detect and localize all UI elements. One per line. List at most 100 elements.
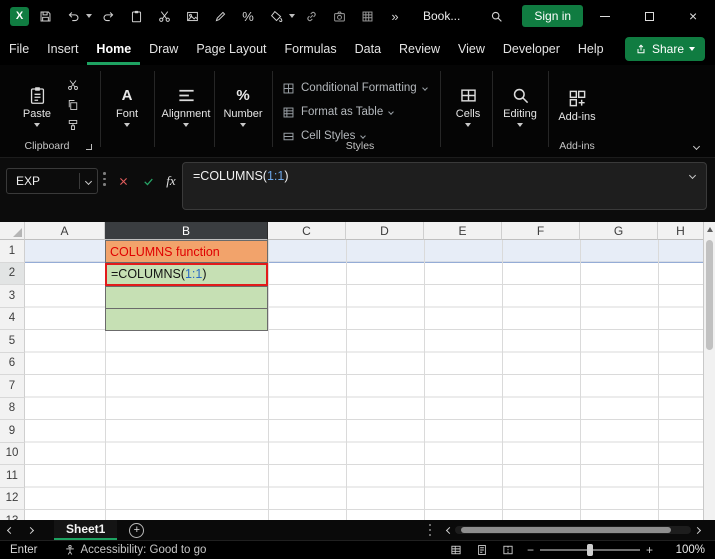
sheet-tab-sheet1[interactable]: Sheet1	[54, 520, 118, 540]
redo-icon[interactable]	[96, 3, 120, 29]
fill-color-icon[interactable]	[264, 3, 288, 29]
tab-data[interactable]: Data	[346, 32, 390, 65]
copy-button[interactable]	[64, 97, 82, 113]
sheet-nav-left-chevron[interactable]	[0, 526, 20, 534]
collapse-ribbon-chevron[interactable]	[692, 142, 701, 151]
column-header-d[interactable]: D	[346, 222, 424, 240]
row-header-13[interactable]: 13	[0, 510, 25, 520]
zoom-out-button[interactable]: −	[521, 543, 540, 557]
column-header-f[interactable]: F	[502, 222, 580, 240]
row-header-9[interactable]: 9	[0, 420, 25, 443]
tab-view[interactable]: View	[449, 32, 494, 65]
cut-button[interactable]	[64, 77, 82, 93]
scroll-up-arrow-icon[interactable]	[707, 227, 713, 232]
font-group-button[interactable]: A Font	[104, 73, 150, 139]
row-header-8[interactable]: 8	[0, 397, 25, 420]
add-sheet-button[interactable]: +	[129, 522, 145, 538]
cells-area[interactable]: COLUMNS function =COLUMNS(1:1)	[25, 240, 703, 520]
enter-button[interactable]	[137, 168, 159, 194]
page-break-preview-button[interactable]	[495, 542, 521, 558]
row-header-11[interactable]: 11	[0, 465, 25, 488]
tab-formulas[interactable]: Formulas	[276, 32, 346, 65]
sheet-nav-right-chevron[interactable]	[20, 526, 40, 534]
row-header-7[interactable]: 7	[0, 375, 25, 398]
row-header-4[interactable]: 4	[0, 307, 25, 330]
row-header-1[interactable]: 1	[0, 240, 25, 263]
percent-format-icon[interactable]: %	[236, 3, 260, 29]
close-button[interactable]: ×	[671, 0, 715, 32]
vertical-scrollbar[interactable]	[703, 222, 715, 520]
camera-icon[interactable]	[327, 3, 351, 29]
paste-button[interactable]: Paste	[14, 73, 60, 139]
column-header-a[interactable]: A	[25, 222, 105, 240]
fill-color-caret[interactable]	[289, 14, 295, 18]
sheet-bar-options-dots[interactable]	[428, 523, 431, 537]
tab-help[interactable]: Help	[569, 32, 613, 65]
tab-file[interactable]: File	[0, 32, 38, 65]
picture-icon[interactable]	[180, 3, 204, 29]
qat-overflow-icon[interactable]: »	[383, 3, 407, 29]
editing-group-button[interactable]: Editing	[496, 73, 544, 139]
search-icon[interactable]	[484, 3, 508, 29]
cancel-button[interactable]	[112, 168, 134, 194]
horizontal-scrollbar[interactable]	[439, 520, 707, 540]
cell-b4[interactable]	[105, 308, 268, 331]
format-as-table-button[interactable]: Format as Table	[282, 101, 438, 123]
number-group-button[interactable]: % Number	[218, 73, 268, 139]
name-box[interactable]: EXP	[6, 168, 98, 194]
addins-button[interactable]: Add-ins	[552, 73, 602, 139]
clipboard-icon[interactable]	[124, 3, 148, 29]
share-button[interactable]: Share	[624, 36, 705, 61]
cell-b2-active[interactable]: =COLUMNS(1:1)	[105, 262, 268, 286]
undo-dropdown-caret[interactable]	[86, 14, 92, 18]
tab-developer[interactable]: Developer	[494, 32, 569, 65]
formula-bar-grip[interactable]	[103, 172, 106, 186]
table-icon[interactable]	[355, 3, 379, 29]
alignment-group-button[interactable]: Alignment	[158, 73, 214, 139]
row-header-2[interactable]: 2	[0, 262, 25, 285]
tab-review[interactable]: Review	[390, 32, 449, 65]
accessibility-checker[interactable]: Accessibility: Good to go	[64, 544, 206, 556]
hscroll-thumb[interactable]	[461, 527, 671, 533]
conditional-formatting-button[interactable]: Conditional Formatting	[282, 77, 438, 99]
cut-icon[interactable]	[152, 3, 176, 29]
link-icon[interactable]	[299, 3, 323, 29]
tab-draw[interactable]: Draw	[140, 32, 187, 65]
zoom-in-button[interactable]: +	[640, 543, 659, 557]
normal-view-button[interactable]	[443, 542, 469, 558]
cell-b1[interactable]: COLUMNS function	[105, 240, 268, 263]
maximize-button[interactable]	[627, 0, 671, 32]
tab-page-layout[interactable]: Page Layout	[187, 32, 275, 65]
format-painter-button[interactable]	[64, 117, 82, 133]
minimize-button[interactable]	[583, 0, 627, 32]
row-header-6[interactable]: 6	[0, 352, 25, 375]
zoom-slider-thumb[interactable]	[586, 544, 593, 556]
zoom-level[interactable]: 100%	[659, 544, 705, 556]
zoom-slider[interactable]	[539, 544, 640, 556]
vertical-scroll-thumb[interactable]	[706, 240, 713, 350]
row-header-3[interactable]: 3	[0, 285, 25, 308]
tab-insert[interactable]: Insert	[38, 32, 87, 65]
column-header-h[interactable]: H	[658, 222, 703, 240]
sign-in-button[interactable]: Sign in	[522, 5, 584, 27]
insert-function-button[interactable]: fx	[160, 168, 182, 194]
cells-group-button[interactable]: Cells	[446, 73, 490, 139]
expand-formula-bar-chevron[interactable]	[688, 171, 697, 180]
row-header-10[interactable]: 10	[0, 442, 25, 465]
column-header-b[interactable]: B	[105, 222, 268, 240]
row-header-5[interactable]: 5	[0, 330, 25, 353]
undo-icon[interactable]	[61, 3, 85, 29]
cell-b3[interactable]	[105, 285, 268, 309]
name-box-chevron[interactable]	[84, 177, 93, 185]
excel-logo-icon[interactable]: X	[10, 6, 29, 26]
clipboard-dialog-launcher[interactable]	[86, 144, 92, 150]
save-icon[interactable]	[33, 3, 57, 29]
column-header-g[interactable]: G	[580, 222, 658, 240]
row-header-12[interactable]: 12	[0, 487, 25, 510]
page-layout-view-button[interactable]	[469, 542, 495, 558]
tab-home[interactable]: Home	[87, 32, 141, 65]
formula-input[interactable]: =COLUMNS(1:1)	[182, 162, 707, 210]
draw-pen-icon[interactable]	[208, 3, 232, 29]
select-all-corner[interactable]	[0, 222, 25, 240]
column-header-e[interactable]: E	[424, 222, 502, 240]
